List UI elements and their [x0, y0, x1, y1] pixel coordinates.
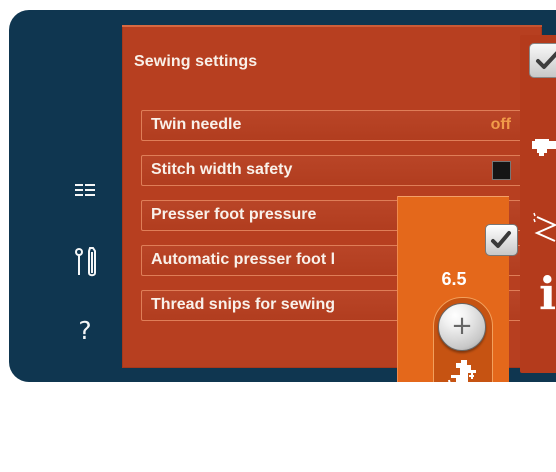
setting-label: Stitch width safety	[151, 161, 293, 178]
setting-label: Automatic presser foot l	[151, 251, 336, 268]
setting-twin-needle[interactable]: Twin needle off	[141, 110, 522, 141]
help-icon-label: ?	[78, 316, 92, 345]
info-label: i	[538, 267, 556, 320]
increase-button[interactable]: +	[438, 303, 486, 351]
page-title: Sewing settings	[134, 53, 258, 70]
setting-value: off	[490, 116, 511, 133]
setting-checkbox[interactable]	[492, 161, 511, 180]
stitch-width-icon[interactable]	[529, 209, 556, 244]
pressure-value: 6.5	[441, 269, 467, 289]
sewing-machine-icon[interactable]	[529, 132, 556, 167]
confirm-button[interactable]	[529, 43, 556, 78]
popup-confirm-button[interactable]	[485, 224, 518, 256]
setting-label: Twin needle	[151, 116, 242, 133]
info-icon[interactable]: i	[529, 271, 556, 316]
tools-icon[interactable]	[67, 245, 103, 281]
presser-foot-pressure-icon	[447, 358, 479, 382]
presser-foot-pressure-popup: 6.5 + −	[397, 196, 518, 382]
setting-label: Thread snips for sewing	[151, 296, 336, 313]
help-icon[interactable]: ?	[67, 313, 103, 349]
device-screen: ? Sewing settings Twin needle off Stitch…	[9, 10, 556, 382]
left-sidebar: ?	[67, 179, 107, 369]
right-toolbar: i	[520, 35, 556, 373]
setting-stitch-width-safety[interactable]: Stitch width safety	[141, 155, 522, 186]
pressure-controls: + −	[433, 297, 493, 382]
plus-icon: +	[451, 311, 473, 341]
setting-label: Presser foot pressure	[151, 206, 317, 223]
menu-icon[interactable]	[67, 179, 103, 215]
